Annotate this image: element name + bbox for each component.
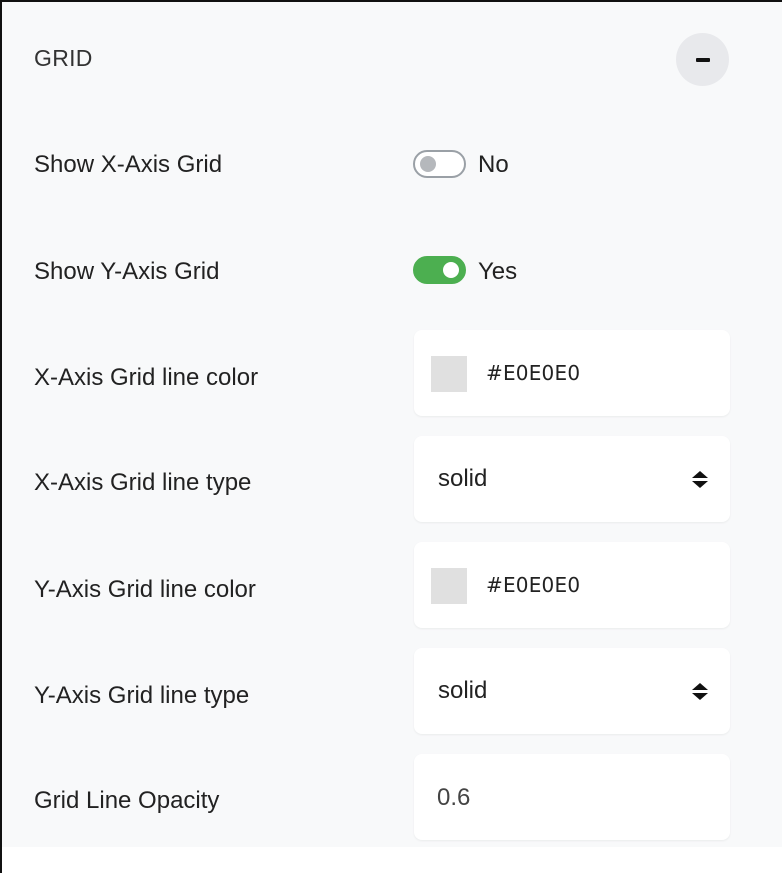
y-axis-grid-color-picker[interactable]: #E0E0E0 xyxy=(414,542,730,628)
color-swatch xyxy=(431,568,467,604)
x-axis-grid-type-value: solid xyxy=(438,465,488,492)
show-x-axis-grid-label: Show X-Axis Grid xyxy=(34,151,223,178)
show-y-axis-grid-label: Show Y-Axis Grid xyxy=(34,258,220,285)
y-axis-grid-type-value: solid xyxy=(438,677,488,704)
y-axis-grid-type-select[interactable]: solid xyxy=(414,648,730,734)
grid-line-opacity-input[interactable] xyxy=(437,783,697,813)
y-axis-grid-color-label: Y-Axis Grid line color xyxy=(34,576,256,603)
x-axis-grid-color-value: #E0E0E0 xyxy=(486,361,581,385)
y-axis-grid-color-value: #E0E0E0 xyxy=(486,573,581,597)
minus-icon xyxy=(696,58,710,62)
x-axis-grid-color-picker[interactable]: #E0E0E0 xyxy=(414,330,730,416)
y-axis-grid-type-label: Y-Axis Grid line type xyxy=(34,682,250,709)
x-axis-grid-type-select[interactable]: solid xyxy=(414,436,730,522)
sort-updown-icon xyxy=(692,471,708,489)
toggle-knob xyxy=(443,262,459,278)
grid-settings-panel: GRID Show X-Axis Grid No Show Y-Axis Gri… xyxy=(2,2,782,847)
show-y-axis-grid-state: Yes xyxy=(478,258,518,285)
grid-line-opacity-field[interactable] xyxy=(414,754,730,840)
show-x-axis-grid-toggle[interactable] xyxy=(413,150,466,178)
section-title: GRID xyxy=(34,45,93,71)
color-swatch xyxy=(431,356,467,392)
sort-updown-icon xyxy=(692,683,708,701)
toggle-knob xyxy=(420,156,436,172)
x-axis-grid-color-label: X-Axis Grid line color xyxy=(34,364,259,391)
show-x-axis-grid-state: No xyxy=(478,151,509,178)
x-axis-grid-type-label: X-Axis Grid line type xyxy=(34,469,252,496)
collapse-section-button[interactable] xyxy=(676,33,729,86)
grid-line-opacity-label: Grid Line Opacity xyxy=(34,787,220,814)
show-y-axis-grid-toggle[interactable] xyxy=(413,256,466,284)
